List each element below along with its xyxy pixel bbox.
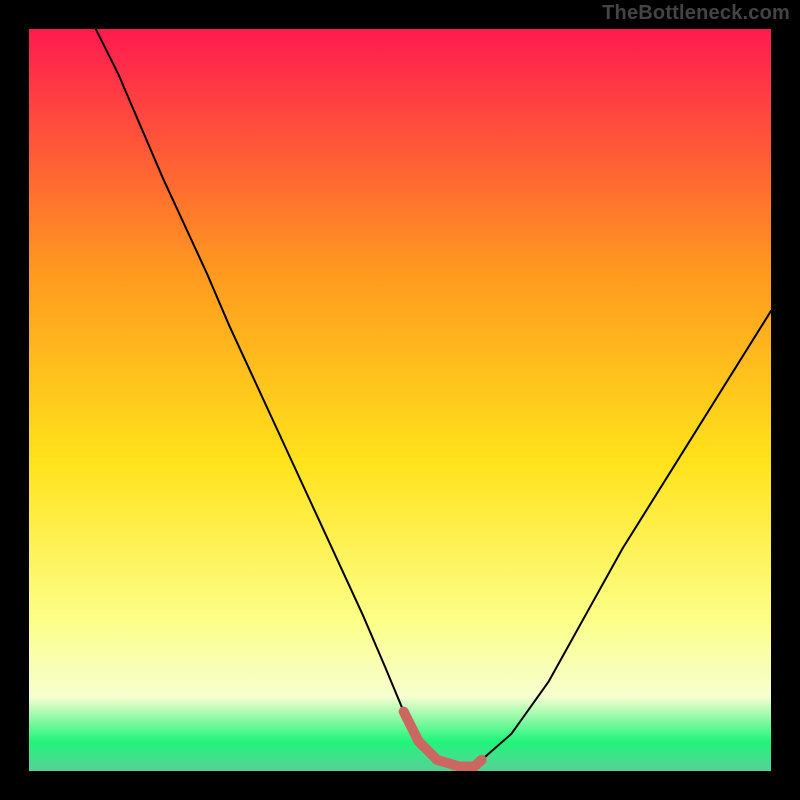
chart-stage: TheBottleneck.com [0, 0, 800, 800]
watermark-label: TheBottleneck.com [602, 2, 790, 25]
gradient-background [29, 29, 771, 771]
plot-svg [29, 29, 771, 771]
plot-area [29, 29, 771, 771]
